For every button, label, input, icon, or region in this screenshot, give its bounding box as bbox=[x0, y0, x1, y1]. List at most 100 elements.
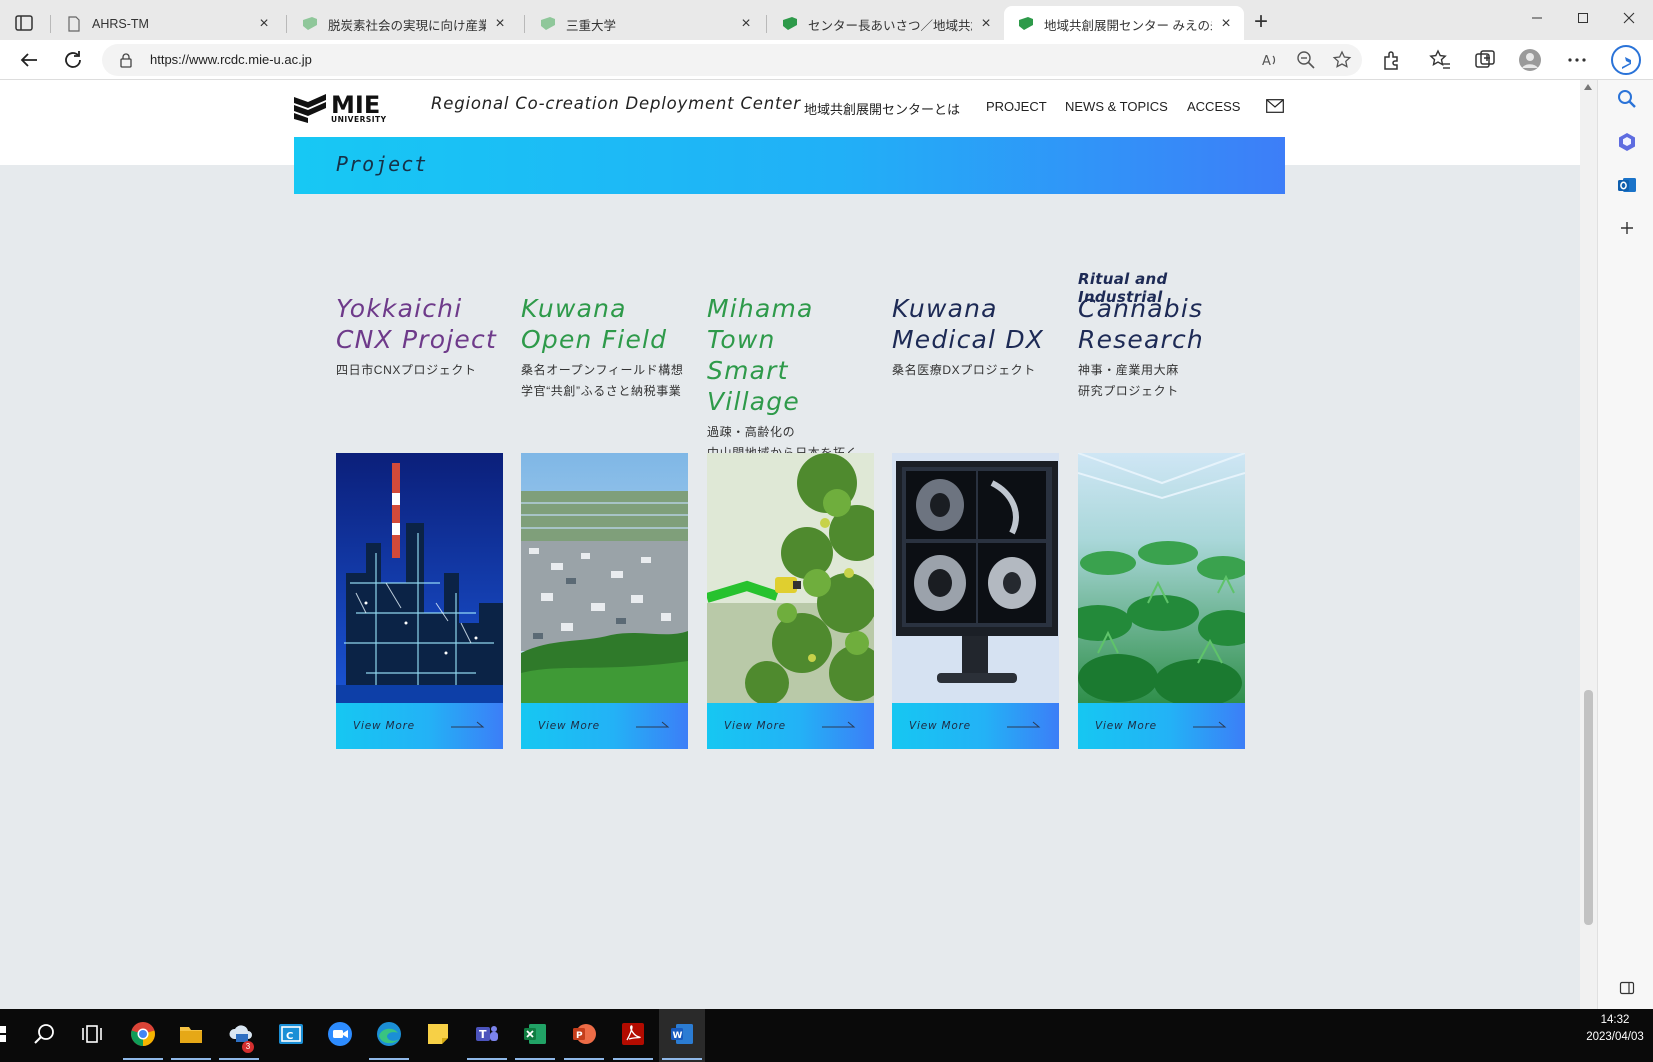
word-icon[interactable]: W bbox=[669, 1021, 695, 1047]
search-icon[interactable] bbox=[32, 1021, 58, 1047]
card-subtitle: 桑名医療DXプロジェクト bbox=[892, 363, 1036, 377]
view-more-button[interactable]: View More bbox=[521, 703, 688, 749]
powerpoint-icon[interactable]: P bbox=[571, 1021, 597, 1047]
file-explorer-icon[interactable] bbox=[178, 1021, 204, 1047]
tab-separator bbox=[286, 15, 287, 33]
screen-capture-icon[interactable]: C bbox=[278, 1021, 304, 1047]
tab-close-icon[interactable]: × bbox=[492, 16, 508, 32]
arrow-right-icon bbox=[822, 721, 856, 728]
maximize-icon bbox=[1578, 13, 1588, 23]
tab-title: 脱炭素社会の実現に向け産業用大 bbox=[328, 18, 486, 33]
zoom-out-icon[interactable] bbox=[1296, 50, 1316, 70]
new-tab-button[interactable]: + bbox=[1250, 10, 1272, 34]
card-title[interactable]: Cannabis Research bbox=[1078, 293, 1245, 355]
view-more-button[interactable]: View More bbox=[1078, 703, 1245, 749]
project-card-yokkaichi[interactable]: Yokkaichi CNX Project 四日市CNXプロジェクト bbox=[336, 270, 503, 381]
zoom-icon[interactable] bbox=[327, 1021, 353, 1047]
card-title[interactable]: Yokkaichi CNX Project bbox=[336, 293, 503, 355]
section-title: Project bbox=[336, 152, 428, 176]
outlook-icon[interactable] bbox=[1616, 174, 1638, 196]
card-image-aerial-town[interactable] bbox=[521, 453, 688, 703]
page-scrollbar[interactable] bbox=[1580, 80, 1597, 1009]
project-card-kuwana-open-field[interactable]: Kuwana Open Field 桑名オープンフィールド構想 学官“共創”ふる… bbox=[521, 270, 688, 401]
card-title[interactable]: Kuwana Open Field bbox=[521, 293, 688, 355]
nav-about[interactable]: 地域共創展開センターとは bbox=[804, 99, 960, 118]
tab-close-icon[interactable]: × bbox=[738, 16, 754, 32]
tab-separator bbox=[766, 15, 767, 33]
view-more-button[interactable]: View More bbox=[707, 703, 874, 749]
tab-mie-university[interactable]: 三重大学 × bbox=[526, 6, 764, 42]
svg-text:W: W bbox=[673, 1031, 683, 1041]
card-title[interactable]: Kuwana Medical DX bbox=[892, 293, 1059, 355]
close-icon bbox=[1623, 12, 1635, 24]
screen: AHRS-TM × 脱炭素社会の実現に向け産業用大 × 三重大学 × センター長… bbox=[0, 0, 1653, 1062]
address-bar[interactable]: https://www.rcdc.mie-u.ac.jp A bbox=[102, 44, 1362, 76]
url-text[interactable]: https://www.rcdc.mie-u.ac.jp bbox=[150, 52, 312, 67]
tab-rcdc-active[interactable]: 地域共創展開センター みえの未来図 × bbox=[1004, 6, 1244, 42]
mie-university-logo[interactable]: MIE UNIVERSITY bbox=[294, 91, 412, 123]
office-icon[interactable] bbox=[1616, 131, 1638, 153]
more-options-icon[interactable] bbox=[1565, 48, 1589, 72]
minimize-button[interactable] bbox=[1522, 8, 1552, 32]
card-subtitle: 四日市CNXプロジェクト bbox=[336, 363, 477, 377]
clock-date: 2023/04/03 bbox=[1586, 1031, 1644, 1043]
mail-icon[interactable] bbox=[1266, 99, 1284, 113]
tab-strip: AHRS-TM × 脱炭素社会の実現に向け産業用大 × 三重大学 × センター長… bbox=[0, 0, 1653, 44]
teams-icon[interactable]: T bbox=[474, 1021, 500, 1047]
page-icon bbox=[68, 16, 80, 32]
sticky-notes-icon[interactable] bbox=[425, 1021, 451, 1047]
tab-actions-icon[interactable] bbox=[14, 13, 34, 33]
project-card-kuwana-medical-dx[interactable]: Kuwana Medical DX 桑名医療DXプロジェクト bbox=[892, 270, 1059, 381]
card-title[interactable]: Mihama Town Smart Village bbox=[707, 293, 874, 417]
view-more-button[interactable]: View More bbox=[336, 703, 503, 749]
project-card-cannabis-research[interactable]: Ritual and Industrial Cannabis Research … bbox=[1078, 270, 1245, 401]
add-favorite-icon[interactable] bbox=[1332, 50, 1352, 70]
nav-project[interactable]: PROJECT bbox=[986, 99, 1047, 114]
view-more-label: View More bbox=[353, 720, 415, 732]
nav-access[interactable]: ACCESS bbox=[1187, 99, 1240, 114]
maximize-button[interactable] bbox=[1568, 8, 1598, 32]
view-more-label: View More bbox=[724, 720, 786, 732]
card-kicker: Ritual and Industrial bbox=[1078, 270, 1168, 306]
running-indicator bbox=[369, 1058, 409, 1060]
start-icon[interactable] bbox=[0, 1021, 8, 1047]
lock-icon[interactable] bbox=[118, 52, 134, 68]
favorites-icon[interactable] bbox=[1428, 48, 1452, 72]
tab-ahrs[interactable]: AHRS-TM × bbox=[52, 6, 282, 42]
tab-director-greeting[interactable]: センター長あいさつ／地域共創展開 × bbox=[768, 6, 1004, 42]
tab-close-icon[interactable]: × bbox=[978, 16, 994, 32]
system-clock[interactable]: 14:32 2023/04/03 bbox=[1580, 1012, 1650, 1046]
edge-icon[interactable] bbox=[376, 1021, 402, 1047]
card-image-greenhouse[interactable] bbox=[1078, 453, 1245, 703]
task-view-icon[interactable] bbox=[79, 1021, 105, 1047]
back-arrow-icon[interactable] bbox=[17, 48, 41, 72]
card-kicker bbox=[892, 270, 1059, 289]
collections-icon[interactable] bbox=[1473, 48, 1497, 72]
card-image-medical-monitor[interactable] bbox=[892, 453, 1059, 703]
scrollbar-thumb[interactable] bbox=[1584, 690, 1593, 925]
tab-close-icon[interactable]: × bbox=[256, 16, 272, 32]
search-icon[interactable] bbox=[1616, 88, 1638, 110]
arrow-right-icon bbox=[636, 721, 670, 728]
svg-text:P: P bbox=[576, 1031, 583, 1041]
running-indicator bbox=[171, 1058, 211, 1060]
bing-copilot-icon[interactable] bbox=[1611, 45, 1641, 75]
scroll-up-arrow-icon[interactable] bbox=[1584, 84, 1592, 90]
nav-news-topics[interactable]: NEWS & TOPICS bbox=[1065, 99, 1168, 114]
refresh-icon[interactable] bbox=[61, 48, 85, 72]
svg-text:C: C bbox=[286, 1031, 293, 1042]
chrome-icon[interactable] bbox=[130, 1021, 156, 1047]
read-aloud-icon[interactable]: A bbox=[1260, 50, 1280, 70]
window-close-button[interactable] bbox=[1614, 8, 1644, 32]
card-image-citrus-robot[interactable] bbox=[707, 453, 874, 703]
acrobat-icon[interactable] bbox=[620, 1021, 646, 1047]
extensions-icon[interactable] bbox=[1380, 48, 1404, 72]
card-image-industrial-plant[interactable] bbox=[336, 453, 503, 703]
tab-close-icon[interactable]: × bbox=[1218, 16, 1234, 32]
tab-decarbonization[interactable]: 脱炭素社会の実現に向け産業用大 × bbox=[288, 6, 518, 42]
sidebar-toggle-icon[interactable] bbox=[1619, 980, 1635, 996]
profile-avatar-icon[interactable] bbox=[1518, 48, 1542, 72]
add-icon[interactable] bbox=[1616, 217, 1638, 239]
view-more-button[interactable]: View More bbox=[892, 703, 1059, 749]
excel-icon[interactable] bbox=[522, 1021, 548, 1047]
